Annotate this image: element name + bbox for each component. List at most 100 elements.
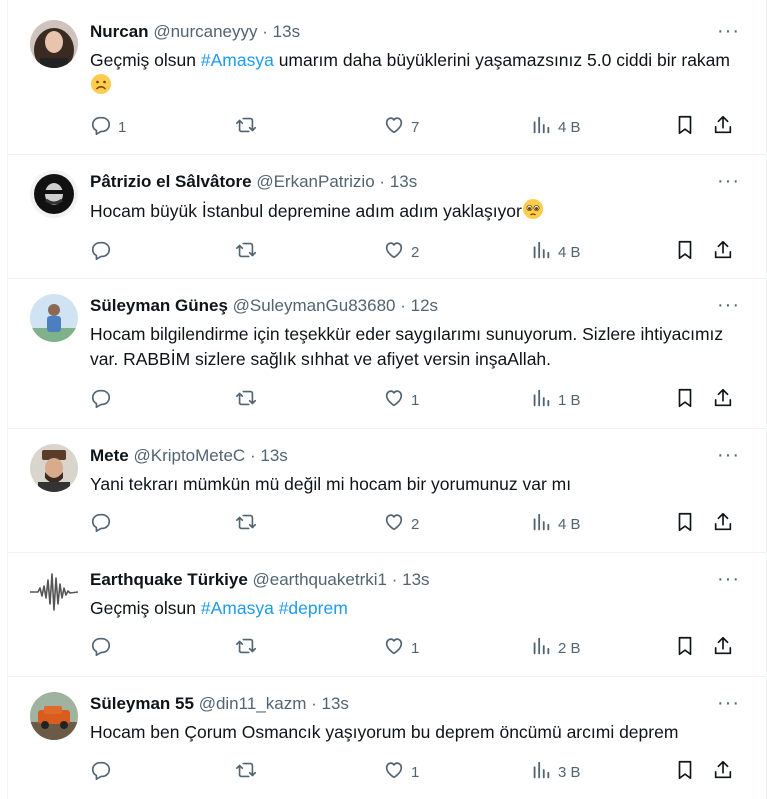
views-button[interactable]: 4 B (530, 512, 581, 536)
user-handle[interactable]: @SuleymanGu83680 (233, 296, 396, 315)
action-bar: 2 4 B (90, 240, 746, 264)
tweet[interactable]: Pâtrizio el Sâlvâtore @ErkanPatrizio · 1… (8, 154, 766, 279)
tweet[interactable]: Süleyman 55 @din11_kazm · 13s ··· Hocam … (8, 676, 766, 799)
retweet-button[interactable] (235, 512, 263, 536)
more-icon[interactable]: ··· (717, 693, 740, 713)
reply-button[interactable] (90, 636, 118, 660)
tweet-header: Earthquake Türkiye @earthquaketrki1 · 13… (90, 568, 430, 592)
retweet-button[interactable] (235, 636, 263, 660)
avatar[interactable] (30, 444, 78, 492)
timestamp[interactable]: 13s (402, 570, 429, 589)
text-segment: Yani tekrarı mümkün mü değil mi hocam bi… (90, 474, 572, 494)
reply-button[interactable] (90, 240, 118, 264)
share-button[interactable] (712, 240, 734, 264)
more-icon[interactable]: ··· (717, 21, 740, 41)
display-name[interactable]: Earthquake Türkiye (90, 570, 248, 589)
user-handle[interactable]: @earthquaketrki1 (253, 570, 387, 589)
tweet-text: Geçmiş olsun #Amasya umarım daha büyükle… (90, 48, 742, 102)
share-button[interactable] (712, 388, 734, 412)
hashtag-link[interactable]: #deprem (279, 598, 348, 618)
avatar[interactable] (30, 20, 78, 68)
avatar[interactable] (30, 170, 78, 218)
bookmark-button[interactable] (674, 760, 696, 784)
user-handle[interactable]: @nurcaneyyy (153, 22, 257, 41)
views-count: 1 B (558, 391, 581, 409)
tweet[interactable]: Süleyman Güneş @SuleymanGu83680 · 12s ··… (8, 278, 766, 429)
hashtag-link[interactable]: #Amasya (201, 598, 274, 618)
like-icon (383, 114, 405, 140)
separator: · (249, 446, 256, 465)
timestamp[interactable]: 13s (322, 694, 349, 713)
retweet-button[interactable] (235, 115, 263, 139)
reply-button[interactable]: 1 (90, 115, 126, 139)
views-button[interactable]: 3 B (530, 760, 581, 784)
like-button[interactable]: 1 (383, 636, 419, 660)
share-button[interactable] (712, 636, 734, 660)
more-icon[interactable]: ··· (717, 171, 740, 191)
views-icon (530, 239, 552, 265)
reply-button[interactable] (90, 388, 118, 412)
timestamp[interactable]: 12s (411, 296, 438, 315)
reply-button[interactable] (90, 760, 118, 784)
bookmark-icon (674, 114, 696, 140)
timestamp[interactable]: 13s (260, 446, 287, 465)
tweet-text: Hocam ben Çorum Osmancık yaşıyorum bu de… (90, 720, 742, 745)
avatar[interactable] (30, 294, 78, 342)
views-icon (530, 511, 552, 537)
display-name[interactable]: Mete (90, 446, 129, 465)
more-icon[interactable]: ··· (717, 569, 740, 589)
user-handle[interactable]: @ErkanPatrizio (256, 172, 374, 191)
reply-button[interactable] (90, 512, 118, 536)
views-button[interactable]: 2 B (530, 636, 581, 660)
display-name[interactable]: Pâtrizio el Sâlvâtore (90, 172, 252, 191)
avatar[interactable] (30, 692, 78, 740)
share-icon (712, 635, 734, 661)
user-handle[interactable]: @KriptoMeteC (133, 446, 245, 465)
tweet[interactable]: Earthquake Türkiye @earthquaketrki1 · 13… (8, 552, 766, 677)
display-name[interactable]: Nurcan (90, 22, 149, 41)
tweet-text: Geçmiş olsun #Amasya #deprem (90, 596, 742, 621)
bookmark-button[interactable] (674, 388, 696, 412)
display-name[interactable]: Süleyman Güneş (90, 296, 228, 315)
bookmark-button[interactable] (674, 636, 696, 660)
more-icon[interactable]: ··· (717, 445, 740, 465)
tweet-header: Mete @KriptoMeteC · 13s (90, 444, 288, 468)
more-icon[interactable]: ··· (717, 295, 740, 315)
bookmark-button[interactable] (674, 512, 696, 536)
share-button[interactable] (712, 760, 734, 784)
views-button[interactable]: 4 B (530, 240, 581, 264)
tweet-header: Nurcan @nurcaneyyy · 13s (90, 20, 300, 44)
frowning-face-icon (90, 73, 112, 102)
bookmark-button[interactable] (674, 115, 696, 139)
bookmark-button[interactable] (674, 240, 696, 264)
user-handle[interactable]: @din11_kazm (199, 694, 307, 713)
action-bar: 1 7 4 B (90, 115, 746, 139)
separator: · (311, 694, 317, 713)
like-button[interactable]: 7 (383, 115, 419, 139)
reply-icon (90, 114, 112, 140)
avatar[interactable] (30, 568, 78, 616)
share-button[interactable] (712, 512, 734, 536)
tweet[interactable]: Nurcan @nurcaneyyy · 13s ··· Geçmiş olsu… (8, 0, 766, 155)
tweet[interactable]: Mete @KriptoMeteC · 13s ··· Yani tekrarı… (8, 428, 766, 553)
like-button[interactable]: 1 (383, 388, 419, 412)
hashtag-link[interactable]: #Amasya (201, 50, 274, 70)
views-count: 4 B (558, 118, 581, 136)
tweet-text: Hocam büyük İstanbul depremine adım adım… (90, 198, 742, 227)
timestamp[interactable]: 13s (390, 172, 417, 191)
text-segment: Hocam bilgilendirme için teşekkür eder s… (90, 324, 724, 369)
views-button[interactable]: 4 B (530, 115, 581, 139)
like-button[interactable]: 2 (383, 240, 419, 264)
like-button[interactable]: 2 (383, 512, 419, 536)
display-name[interactable]: Süleyman 55 (90, 694, 194, 713)
views-button[interactable]: 1 B (530, 388, 581, 412)
like-icon (383, 239, 405, 265)
retweet-button[interactable] (235, 760, 263, 784)
timestamp[interactable]: 13s (273, 22, 300, 41)
retweet-button[interactable] (235, 240, 263, 264)
tweet-text: Yani tekrarı mümkün mü değil mi hocam bi… (90, 472, 742, 497)
like-button[interactable]: 1 (383, 760, 419, 784)
share-button[interactable] (712, 115, 734, 139)
retweet-button[interactable] (235, 388, 263, 412)
separator: · (391, 570, 398, 589)
